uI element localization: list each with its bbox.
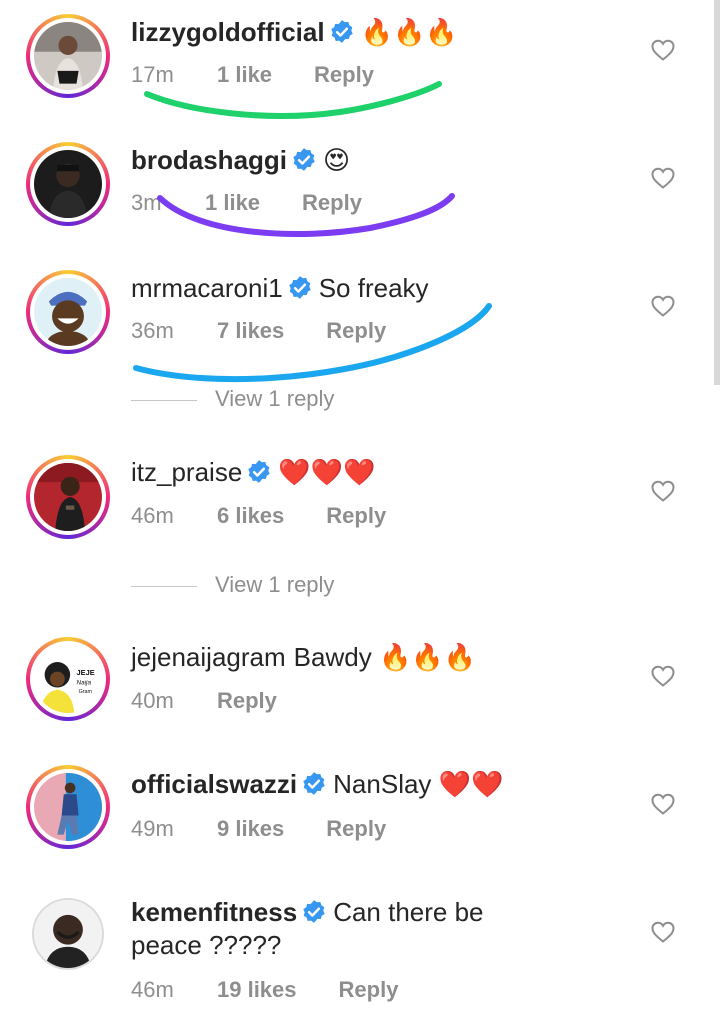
reply-button[interactable]: Reply xyxy=(314,62,374,88)
avatar[interactable] xyxy=(26,455,110,539)
avatar[interactable] xyxy=(26,765,110,849)
reply-button[interactable]: Reply xyxy=(326,318,386,344)
avatar[interactable] xyxy=(26,142,110,226)
comment-text: jejenaijagram Bawdy 🔥🔥🔥 xyxy=(131,641,476,673)
comment-time: 46m xyxy=(131,977,174,1002)
comment-emoji: 😍 xyxy=(323,145,351,175)
comment-text: brodashaggi 😍 xyxy=(131,144,350,176)
avatar[interactable] xyxy=(26,14,110,98)
view-replies-label: View 1 reply xyxy=(215,572,335,597)
username[interactable]: jejenaijagram xyxy=(131,642,286,672)
verified-badge-icon xyxy=(246,459,272,485)
like-heart-icon[interactable] xyxy=(650,38,676,62)
like-heart-icon[interactable] xyxy=(650,920,676,944)
comment-meta: 17m 1 like Reply xyxy=(131,62,374,88)
svg-text:Naija: Naija xyxy=(77,679,92,686)
comment-time: 36m xyxy=(131,318,174,343)
reply-button[interactable]: Reply xyxy=(326,503,386,529)
like-heart-icon[interactable] xyxy=(650,792,676,816)
comment-time: 3m xyxy=(131,190,162,215)
avatar-photo xyxy=(34,773,102,841)
reply-button[interactable]: Reply xyxy=(339,977,399,1003)
verified-badge-icon xyxy=(291,147,317,173)
scrollbar[interactable] xyxy=(714,0,720,1028)
likes-count[interactable]: 6 likes xyxy=(217,503,284,529)
username[interactable]: officialswazzi xyxy=(131,769,297,799)
comment-text-continued: peace ????? xyxy=(131,929,281,961)
avatar-photo xyxy=(34,463,102,531)
like-heart-icon[interactable] xyxy=(650,664,676,688)
likes-count[interactable]: 7 likes xyxy=(217,318,284,344)
likes-count[interactable]: 1 like xyxy=(205,190,260,216)
svg-text:Gram: Gram xyxy=(79,689,93,695)
likes-count[interactable]: 1 like xyxy=(217,62,272,88)
view-replies-button[interactable]: View 1 reply xyxy=(131,386,334,412)
comment-time: 49m xyxy=(131,816,174,841)
comment-emoji: ❤️❤️ xyxy=(438,769,504,799)
verified-badge-icon xyxy=(301,771,327,797)
comment-meta: 46m 6 likes Reply xyxy=(131,503,386,529)
comment-time: 17m xyxy=(131,62,174,87)
avatar-logo-text: JEJE xyxy=(77,668,95,677)
like-heart-icon[interactable] xyxy=(650,294,676,318)
comment-time: 40m xyxy=(131,688,174,713)
green-underline-scribble xyxy=(144,81,442,119)
reply-button[interactable]: Reply xyxy=(302,190,362,216)
comment-body-line2: peace ????? xyxy=(131,930,282,960)
avatar-photo xyxy=(34,150,102,218)
like-heart-icon[interactable] xyxy=(650,479,676,503)
comment-meta: 3m 1 like Reply xyxy=(131,190,362,216)
username[interactable]: brodashaggi xyxy=(131,145,287,175)
verified-badge-icon xyxy=(301,899,327,925)
view-replies-button[interactable]: View 1 reply xyxy=(131,572,334,598)
username[interactable]: itz_praise xyxy=(131,457,242,487)
view-replies-label: View 1 reply xyxy=(215,386,335,411)
likes-count[interactable]: 19 likes xyxy=(217,977,297,1003)
avatar[interactable]: JEJE Naija Gram xyxy=(26,637,110,721)
username[interactable]: kemenfitness xyxy=(131,897,297,927)
reply-button[interactable]: Reply xyxy=(217,688,277,714)
verified-badge-icon xyxy=(287,275,313,301)
avatar[interactable] xyxy=(26,270,110,354)
comment-text: itz_praise ❤️❤️❤️ xyxy=(131,456,375,488)
view-replies-line xyxy=(131,399,197,401)
comment-meta: 40m Reply xyxy=(131,688,277,714)
scrollbar-thumb[interactable] xyxy=(714,0,720,385)
like-heart-icon[interactable] xyxy=(650,166,676,190)
avatar-photo xyxy=(34,22,102,90)
verified-badge-icon xyxy=(329,19,355,45)
avatar-photo xyxy=(34,278,102,346)
reply-button[interactable]: Reply xyxy=(326,816,386,842)
comment-body: So freaky xyxy=(318,273,429,303)
comment-time: 46m xyxy=(131,503,174,528)
comment-meta: 49m 9 likes Reply xyxy=(131,816,386,842)
username[interactable]: lizzygoldofficial xyxy=(131,17,325,47)
comment-emoji: 🔥🔥🔥 xyxy=(378,642,477,672)
view-replies-line xyxy=(131,585,197,587)
likes-count[interactable]: 9 likes xyxy=(217,816,284,842)
avatar[interactable] xyxy=(32,898,104,970)
avatar-photo xyxy=(34,900,102,968)
comment-text: officialswazzi NanSlay ❤️❤️ xyxy=(131,768,503,800)
comment-emoji: ❤️❤️❤️ xyxy=(278,457,376,487)
comment-body: Bawdy xyxy=(293,642,372,672)
avatar-photo: JEJE Naija Gram xyxy=(34,645,102,713)
comment-meta: 46m 19 likes Reply xyxy=(131,977,398,1003)
comment-text: lizzygoldofficial 🔥🔥🔥 xyxy=(131,16,458,48)
comment-body: Can there be xyxy=(333,897,484,927)
comment-body: NanSlay xyxy=(333,769,432,799)
comment-meta: 36m 7 likes Reply xyxy=(131,318,386,344)
comment-text: kemenfitness Can there be xyxy=(131,896,484,928)
comment-text: mrmacaroni1 So freaky xyxy=(131,272,429,304)
username[interactable]: mrmacaroni1 xyxy=(131,273,283,303)
comment-emoji: 🔥🔥🔥 xyxy=(360,17,458,47)
